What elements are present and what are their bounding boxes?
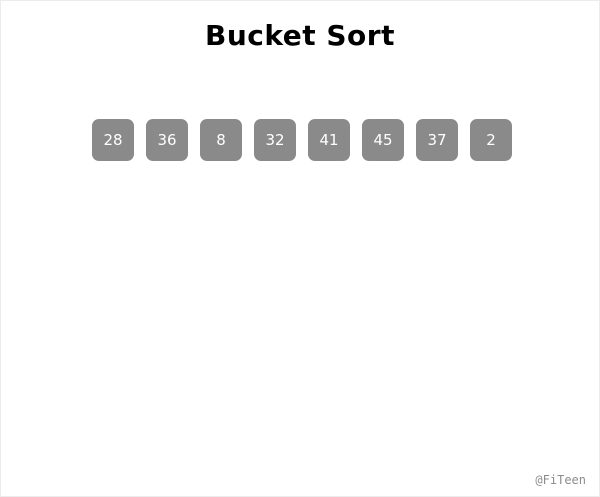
page-title: Bucket Sort bbox=[205, 19, 395, 52]
array-cell: 32 bbox=[254, 119, 296, 161]
array-cell: 8 bbox=[200, 119, 242, 161]
canvas-frame bbox=[0, 0, 600, 497]
author-watermark: @FiTeen bbox=[535, 473, 586, 487]
array-cell: 2 bbox=[470, 119, 512, 161]
array-row: 28 36 8 32 41 45 37 2 bbox=[92, 119, 512, 161]
array-cell: 36 bbox=[146, 119, 188, 161]
array-cell: 37 bbox=[416, 119, 458, 161]
array-cell: 41 bbox=[308, 119, 350, 161]
array-cell: 45 bbox=[362, 119, 404, 161]
array-cell: 28 bbox=[92, 119, 134, 161]
